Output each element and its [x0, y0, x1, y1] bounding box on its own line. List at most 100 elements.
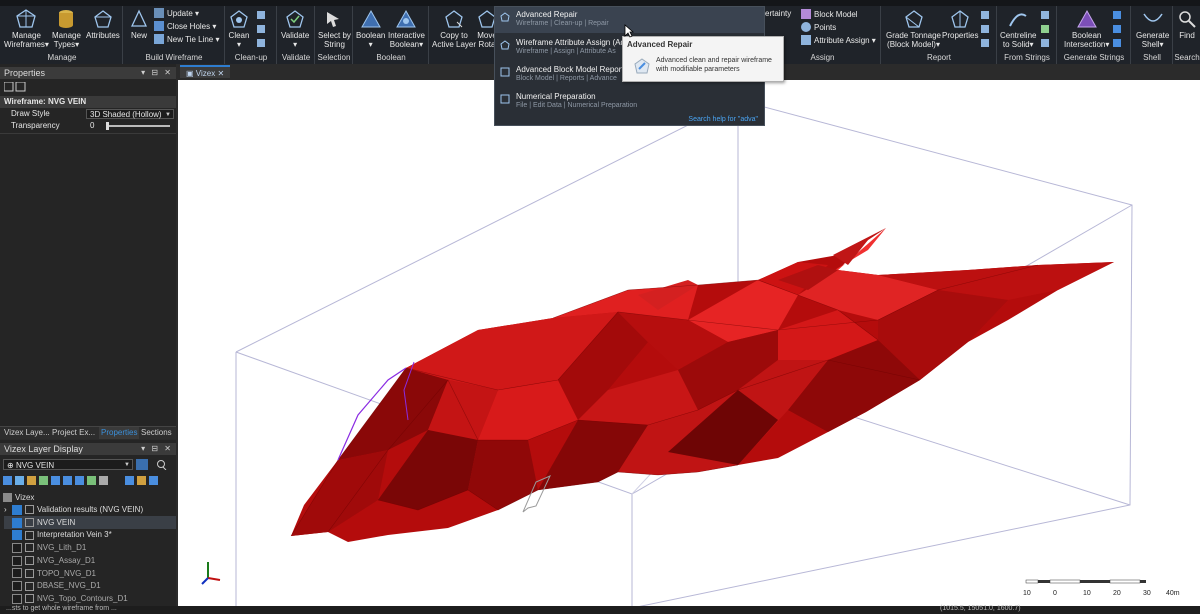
scale-labels: 10 0 10 20 30 40m	[1023, 590, 1180, 597]
layer-item[interactable]: TOPO_NVG_D1	[4, 567, 176, 580]
layer-visibility-checkbox[interactable]	[12, 530, 22, 541]
centreline-to-solid-button[interactable]: Centreline to Solid▾	[1000, 8, 1036, 49]
find-button[interactable]: Find	[1176, 8, 1198, 40]
group-shell: Generate Shell▾ Shell	[1132, 6, 1173, 64]
properties-panel: Properties ▾ ⊟ ✕ Wireframe: NVG VEIN Dra…	[0, 64, 176, 426]
search-result-path: Wireframe | Assign | Attribute As	[516, 48, 616, 55]
layer-panel-window-controls-icon[interactable]: ▾ ⊟ ✕	[141, 443, 173, 455]
manage-wireframes-button[interactable]: Manage Wireframes▾	[4, 8, 49, 49]
tab-vizex-layers[interactable]: Vizex Laye...	[4, 427, 50, 439]
close-holes-icon	[154, 21, 164, 31]
layer-label: DBASE_NVG_D1	[37, 581, 101, 591]
tab-sections[interactable]: Sections	[141, 427, 172, 439]
layer-selector[interactable]: ⊕ NVG VEIN ▼	[3, 459, 133, 470]
search-result-path: File | Edit Data | Numerical Preparation	[516, 102, 638, 109]
update-button[interactable]: Update ▾	[154, 8, 199, 18]
clean-button[interactable]: Clean ▾	[228, 8, 250, 49]
block-model-button[interactable]: Block Model	[801, 9, 858, 19]
vizex-tab-label: Vizex	[195, 69, 216, 78]
clean-label: Clean ▾	[228, 31, 250, 49]
validate-button[interactable]: Validate ▾	[281, 8, 309, 49]
layer-visibility-checkbox[interactable]	[12, 555, 22, 566]
attributes-icon	[94, 10, 112, 28]
layer-visibility-checkbox[interactable]	[12, 568, 22, 579]
generate-shell-label: Generate Shell▾	[1136, 31, 1170, 49]
layer-item[interactable]: DBASE_NVG_D1	[4, 579, 176, 592]
search-result-numerical-preparation[interactable]: Numerical Preparation File | Edit Data |…	[495, 89, 764, 115]
vizex-viewport[interactable]: 10 0 10 20 30 40m	[178, 80, 1200, 608]
transparency-slider[interactable]	[106, 122, 170, 130]
group-manage: Manage Wireframes▾ Manage Types▾ Attribu…	[2, 6, 123, 64]
manage-types-label: Manage Types▾	[52, 31, 81, 49]
boolean-button[interactable]: Boolean ▾	[356, 8, 385, 49]
group-copy-move: Copy to Active Layer Move Rota	[430, 6, 497, 64]
layer-visibility-checkbox[interactable]	[12, 517, 22, 528]
numerical-preparation-icon	[500, 94, 510, 104]
group-label-validate: Validate	[281, 53, 311, 62]
layer-item[interactable]: NVG_Lith_D1	[4, 541, 176, 554]
layer-item[interactable]: NVG_Topo_Contours_D1	[4, 592, 176, 605]
boolean-label: Boolean ▾	[356, 31, 386, 49]
panel-tabs: Vizex Laye... Project Ex... Properties S…	[0, 426, 176, 439]
grade-tonnage-button[interactable]: Grade Tonnage (Block Model)▾	[886, 8, 941, 49]
layer-selector-value: NVG VEIN	[15, 461, 55, 470]
attribute-assign-button[interactable]: Attribute Assign ▾	[801, 35, 876, 45]
attributes-button[interactable]: Attributes	[86, 8, 120, 40]
uncertainty-button[interactable]: ertainty	[765, 9, 791, 18]
vizex-3d-scene[interactable]: 10 0 10 20 30 40m	[178, 80, 1200, 608]
generate-shell-button[interactable]: Generate Shell▾	[1136, 8, 1169, 49]
layer-visibility-checkbox[interactable]	[12, 542, 22, 553]
layer-item[interactable]: › Validation results (NVG VEIN)	[4, 503, 176, 516]
validate-label: Validate ▾	[281, 31, 310, 49]
properties-button[interactable]: Properties	[942, 8, 978, 40]
tab-vizex[interactable]: ▣ Vizex ✕	[180, 65, 231, 78]
validate-icon	[286, 10, 304, 28]
nvg-vein-wireframe[interactable]	[290, 228, 1114, 542]
layer-visibility-checkbox[interactable]	[12, 581, 22, 592]
update-icon	[154, 8, 164, 18]
clean-tools-icon[interactable]	[256, 10, 266, 50]
group-validate: Validate ▾ Validate	[278, 6, 315, 64]
layer-item[interactable]: Interpretation Vein 3*	[4, 528, 176, 541]
report-tools-icon[interactable]	[980, 10, 990, 50]
from-strings-tools-icon[interactable]	[1040, 10, 1050, 50]
property-name-draw-style: Draw Style	[11, 109, 50, 118]
tab-properties[interactable]: Properties	[99, 427, 140, 439]
block-model-report-icon	[500, 67, 510, 77]
close-holes-button[interactable]: Close Holes ▾	[154, 21, 216, 31]
new-wireframe-button[interactable]: New	[128, 8, 150, 40]
layer-visibility-checkbox[interactable]	[12, 504, 22, 515]
panel-window-controls-icon[interactable]: ▾ ⊟ ✕	[141, 67, 173, 79]
interactive-boolean-button[interactable]: Interactive Boolean▾	[388, 8, 425, 49]
tree-root-label: Vizex	[15, 493, 35, 502]
transparency-slider-handle[interactable]	[106, 122, 109, 130]
layer-toolbar-icons[interactable]	[3, 475, 173, 487]
group-label-shell: Shell	[1143, 53, 1161, 62]
layer-item[interactable]: NVG VEIN	[4, 515, 176, 529]
layer-search-icon[interactable]	[136, 459, 174, 470]
manage-types-button[interactable]: Manage Types▾	[52, 8, 81, 49]
generate-strings-tools-icon[interactable]	[1112, 10, 1122, 50]
centreline-solid-icon	[1009, 13, 1027, 27]
layer-panel-title: Vizex Layer Display ▾ ⊟ ✕	[0, 443, 176, 455]
points-button[interactable]: Points	[801, 22, 836, 32]
sort-icons[interactable]	[4, 82, 28, 92]
layer-item[interactable]: NVG_Assay_D1	[4, 554, 176, 567]
group-clean-up: Clean ▾ Clean-up	[226, 6, 277, 64]
boolean-intersection-button[interactable]: Boolean Intersection▾	[1064, 8, 1109, 49]
new-tie-line-button[interactable]: New Tie Line ▾	[154, 34, 219, 44]
tab-project-explorer[interactable]: Project Ex...	[52, 427, 95, 439]
clean-icon	[230, 10, 248, 28]
layer-label: NVG_Lith_D1	[37, 543, 87, 553]
layer-visibility-checkbox[interactable]	[12, 593, 22, 604]
close-icon[interactable]: ✕	[217, 69, 224, 78]
select-icon	[327, 12, 340, 27]
draw-style-select[interactable]: 3D Shaded (Hollow) ▼	[86, 109, 174, 119]
expand-chevron-icon[interactable]: ›	[4, 503, 12, 516]
property-name-transparency: Transparency	[11, 121, 60, 130]
copy-to-active-layer-button[interactable]: Copy to Active Layer	[432, 8, 476, 49]
boolean-intersection-label: Boolean Intersection▾	[1064, 31, 1110, 49]
search-help-link[interactable]: Search help for "adva"	[688, 116, 758, 123]
layer-label: Interpretation Vein 3*	[37, 530, 112, 540]
select-by-string-button[interactable]: Select by String	[318, 8, 351, 49]
